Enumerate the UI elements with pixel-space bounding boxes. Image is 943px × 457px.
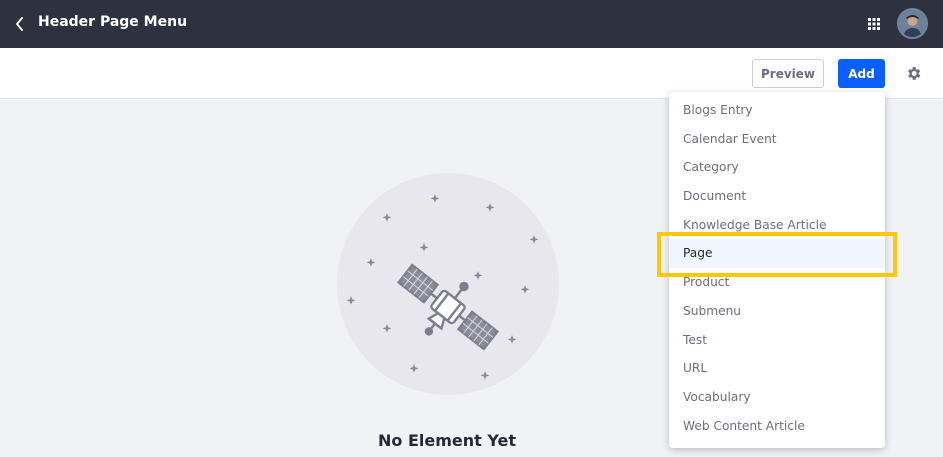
- add-dropdown-menu: Blogs Entry Calendar Event Category Docu…: [669, 92, 885, 448]
- menu-item-product[interactable]: Product: [669, 268, 885, 297]
- gear-icon: [908, 67, 921, 80]
- empty-state-illustration: [336, 172, 560, 396]
- menu-item-category[interactable]: Category: [669, 153, 885, 182]
- satellite-icon: [337, 173, 559, 395]
- back-button[interactable]: [8, 12, 32, 36]
- menu-item-web-content-article[interactable]: Web Content Article: [669, 412, 885, 441]
- preview-button[interactable]: Preview: [752, 59, 824, 88]
- menu-item-blogs-entry[interactable]: Blogs Entry: [669, 96, 885, 125]
- top-navigation-bar: Header Page Menu: [0, 0, 943, 48]
- user-avatar[interactable]: [897, 8, 928, 39]
- add-button[interactable]: Add: [838, 59, 885, 88]
- menu-item-url[interactable]: URL: [669, 354, 885, 383]
- settings-button[interactable]: [905, 65, 922, 82]
- user-avatar-icon: [899, 10, 926, 37]
- chevron-left-icon: [16, 17, 23, 31]
- page-title: Header Page Menu: [38, 14, 188, 30]
- menu-item-knowledge-base-article[interactable]: Knowledge Base Article: [669, 211, 885, 240]
- menu-item-submenu[interactable]: Submenu: [669, 297, 885, 326]
- empty-state-title: No Element Yet: [378, 431, 516, 450]
- menu-item-page[interactable]: Page: [669, 239, 885, 269]
- menu-item-document[interactable]: Document: [669, 182, 885, 211]
- apps-grid-icon: [868, 18, 880, 30]
- apps-menu-button[interactable]: [864, 14, 884, 34]
- menu-item-test[interactable]: Test: [669, 326, 885, 355]
- menu-item-vocabulary[interactable]: Vocabulary: [669, 383, 885, 412]
- menu-item-calendar-event[interactable]: Calendar Event: [669, 125, 885, 154]
